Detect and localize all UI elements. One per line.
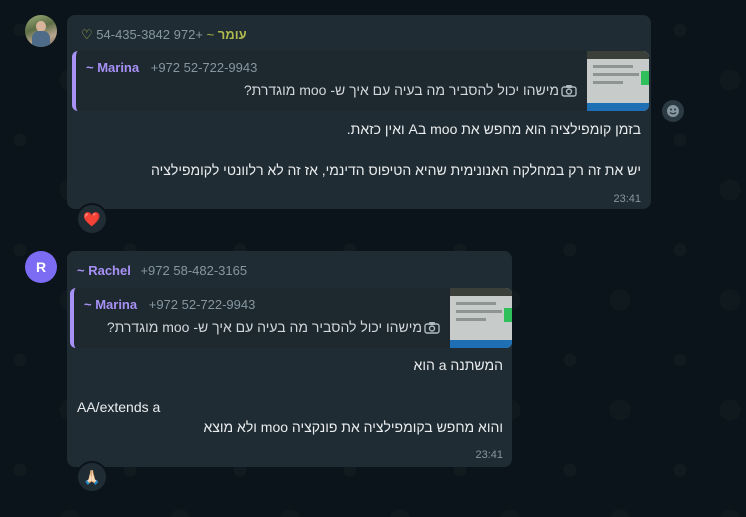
quoted-sender: ~ Marina +972 52-722-9943 bbox=[86, 60, 257, 75]
sender-prefix: ~ bbox=[206, 27, 215, 42]
message-bubble[interactable]: ~ Rachel +972 58-482-3165 ~ Marina +972 … bbox=[67, 251, 512, 467]
camera-icon bbox=[561, 84, 577, 100]
message-text-line: המשתנה a הוא bbox=[413, 357, 503, 373]
message-bubble[interactable]: ♡ עומר ~ +972 54-435-3842 ~ Marina +972 … bbox=[67, 15, 651, 209]
message-text-line: בזמן קומפילציה הוא מחפש את moo בA ואין כ… bbox=[346, 121, 641, 137]
quoted-text: מישהו יכול להסביר מה בעיה עם איך ש- moo … bbox=[243, 82, 559, 98]
message-timestamp: 23:41 bbox=[475, 449, 503, 461]
sender-phone: +972 54-435-3842 bbox=[96, 27, 203, 42]
sender-header: ~ Rachel +972 58-482-3165 bbox=[77, 263, 247, 278]
sender-avatar-omer[interactable] bbox=[25, 15, 57, 47]
message-text-line: והוא מחפש בקומפילציה את פונקציה moo ולא … bbox=[203, 419, 503, 435]
sender-header: ♡ עומר ~ +972 54-435-3842 bbox=[81, 27, 247, 43]
sender-phone: +972 58-482-3165 bbox=[140, 263, 248, 278]
quoted-image-thumbnail[interactable] bbox=[450, 288, 512, 348]
quoted-text-row: מישהו יכול להסביר מה בעיה עם איך ש- moo … bbox=[107, 319, 440, 337]
quoted-text: מישהו יכול להסביר מה בעיה עם איך ש- moo … bbox=[106, 319, 422, 335]
quoted-message[interactable]: ~ Marina +972 52-722-9943 מישהו יכול להס… bbox=[72, 51, 649, 111]
quoted-sender-name: ~ Marina bbox=[84, 297, 138, 312]
message-text-line: יש את זה רק במחלקה האנונימית שהיא הטיפוס… bbox=[151, 162, 641, 178]
quoted-image-thumbnail[interactable] bbox=[587, 51, 649, 111]
reaction-folded-hands[interactable]: 🙏🏻 bbox=[76, 461, 108, 493]
camera-icon bbox=[424, 321, 440, 337]
quoted-sender-phone: +972 52-722-9943 bbox=[150, 60, 258, 75]
quoted-sender-name: ~ Marina bbox=[86, 60, 140, 75]
quoted-text-row: מישהו יכול להסביר מה בעיה עם איך ש- moo … bbox=[244, 82, 577, 100]
quoted-sender: ~ Marina +972 52-722-9943 bbox=[84, 297, 255, 312]
message-timestamp: 23:41 bbox=[613, 193, 641, 205]
sender-name[interactable]: עומר bbox=[218, 27, 247, 42]
message-text-line: AA/extends a bbox=[77, 399, 161, 415]
heart-outline-icon: ♡ bbox=[81, 27, 93, 42]
sender-avatar-rachel[interactable]: R bbox=[25, 251, 57, 283]
quoted-message[interactable]: ~ Marina +972 52-722-9943 מישהו יכול להס… bbox=[70, 288, 512, 348]
react-emoji-icon[interactable] bbox=[662, 100, 684, 122]
reaction-heart[interactable]: ❤️ bbox=[76, 203, 108, 235]
sender-name[interactable]: ~ Rachel bbox=[77, 263, 131, 278]
quoted-sender-phone: +972 52-722-9943 bbox=[148, 297, 256, 312]
